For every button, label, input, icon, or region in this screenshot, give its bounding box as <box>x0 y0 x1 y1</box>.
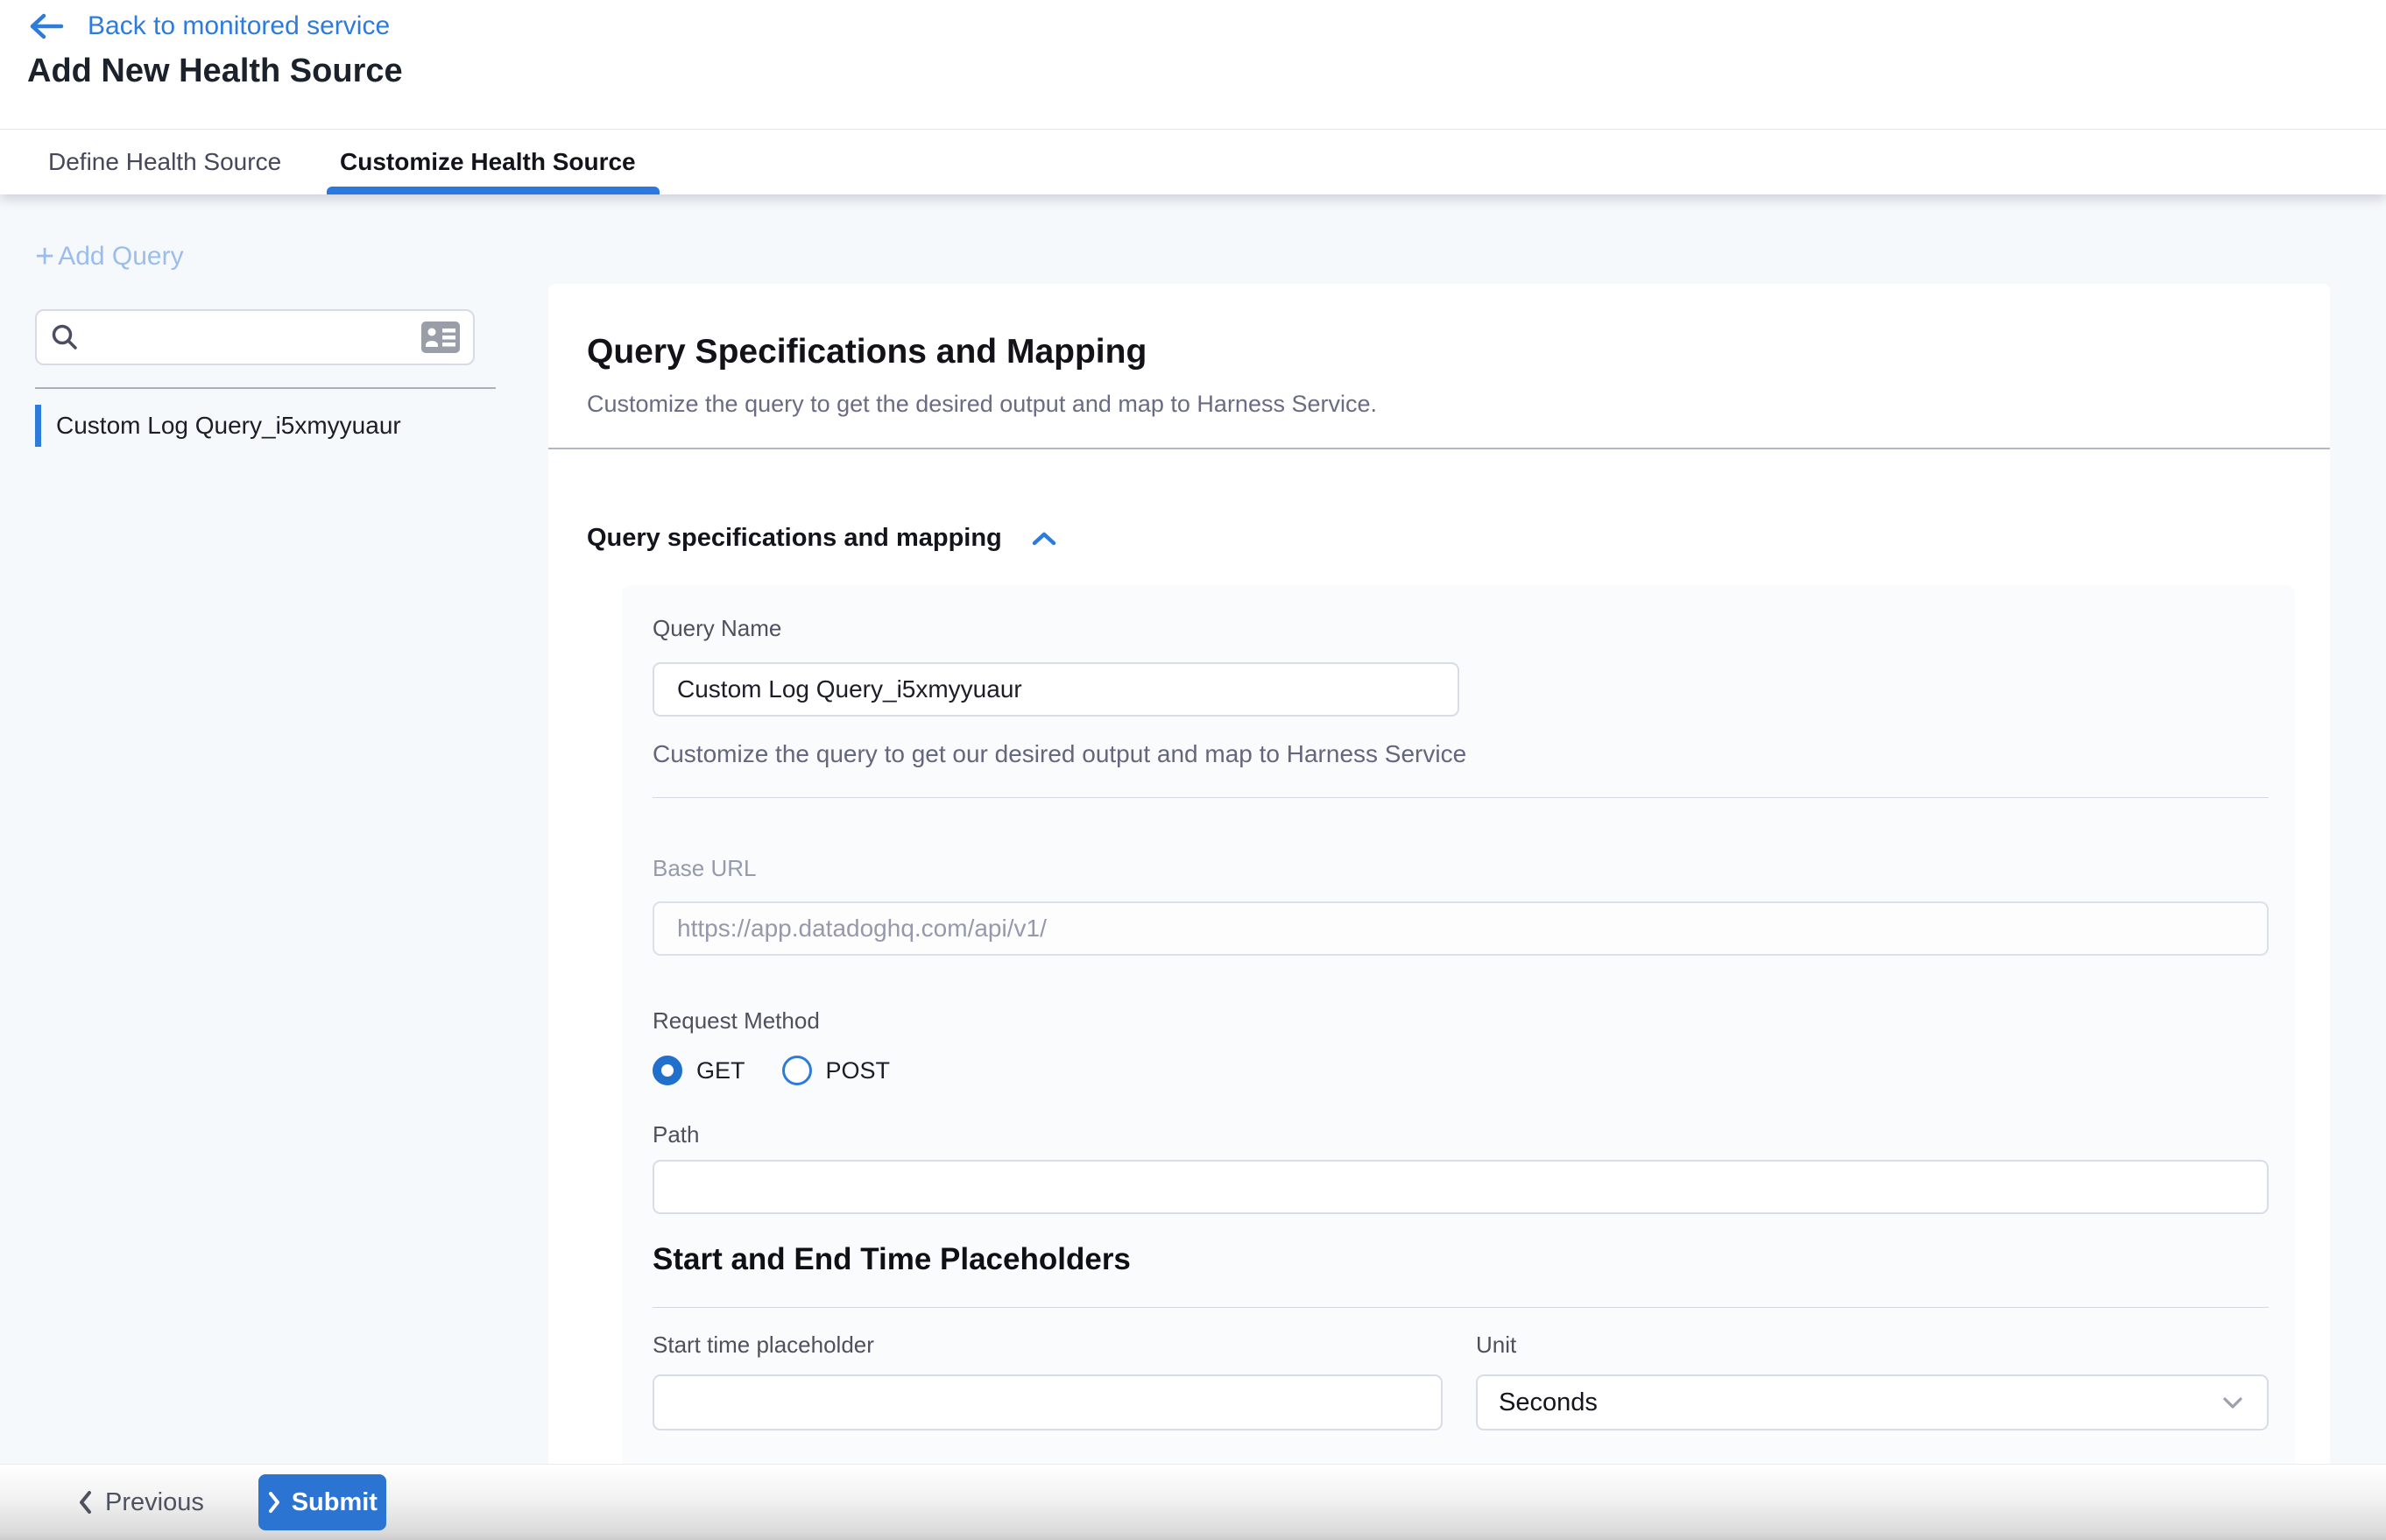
add-query-button[interactable]: + Add Query <box>35 242 184 272</box>
path-label: Path <box>653 1121 700 1148</box>
request-method-get-label[interactable]: GET <box>696 1057 745 1084</box>
chevron-up-icon[interactable] <box>1028 527 1060 550</box>
active-tab-underline <box>327 187 660 194</box>
query-search-box[interactable] <box>35 309 475 365</box>
query-form-panel: Query Name Customize the query to get ou… <box>622 585 2295 1540</box>
back-link-label: Back to monitored service <box>88 11 390 41</box>
query-name-input[interactable] <box>653 662 1459 717</box>
base-url-input[interactable] <box>653 901 2269 956</box>
tab-customize-health-source[interactable]: Customize Health Source <box>340 130 636 194</box>
unit-select-value: Seconds <box>1499 1388 2220 1417</box>
chevron-right-icon <box>267 1491 281 1514</box>
back-link[interactable]: Back to monitored service <box>26 11 390 42</box>
page-header: Back to monitored service Add New Health… <box>0 0 2386 130</box>
time-placeholders-heading: Start and End Time Placeholders <box>653 1242 1131 1277</box>
arrow-left-icon <box>26 11 65 42</box>
form-divider <box>653 1307 2269 1308</box>
add-query-label: Add Query <box>58 242 183 272</box>
add-health-source-page: Back to monitored service Add New Health… <box>0 0 2386 1540</box>
chevron-down-icon <box>2220 1394 2246 1411</box>
contact-card-icon[interactable] <box>420 321 461 354</box>
path-input[interactable] <box>653 1160 2269 1214</box>
query-name-label: Query Name <box>653 615 781 642</box>
tab-bar: Define Health Source Customize Health So… <box>0 130 2386 194</box>
previous-button-label: Previous <box>105 1488 204 1517</box>
plus-icon: + <box>35 244 54 270</box>
form-divider <box>653 797 2269 798</box>
start-time-placeholder-label: Start time placeholder <box>653 1332 874 1359</box>
request-method-get-radio[interactable] <box>653 1056 682 1085</box>
card-divider <box>548 448 2330 449</box>
card-heading: Query Specifications and Mapping <box>587 333 1147 371</box>
start-time-placeholder-input[interactable] <box>653 1374 1443 1431</box>
tab-define-health-source[interactable]: Define Health Source <box>48 130 281 194</box>
submit-button[interactable]: Submit <box>258 1474 386 1530</box>
main-card: Query Specifications and Mapping Customi… <box>548 284 2330 1540</box>
unit-label: Unit <box>1476 1332 1516 1359</box>
query-name-helper: Customize the query to get our desired o… <box>653 740 1466 768</box>
request-method-post-label[interactable]: POST <box>826 1057 891 1084</box>
selected-indicator <box>35 405 41 447</box>
footer-bar: Previous Submit <box>0 1464 2386 1540</box>
request-method-post-radio[interactable] <box>782 1056 812 1085</box>
query-list-item[interactable]: Custom Log Query_i5xmyyuaur <box>35 405 526 447</box>
section-title: Query specifications and mapping <box>587 524 1002 553</box>
submit-button-label: Submit <box>292 1488 378 1517</box>
page-title: Add New Health Source <box>27 53 403 90</box>
sidebar-divider <box>35 387 496 389</box>
search-input[interactable] <box>91 323 420 352</box>
base-url-label: Base URL <box>653 855 757 882</box>
unit-select[interactable]: Seconds <box>1476 1374 2269 1431</box>
request-method-label: Request Method <box>653 1007 820 1035</box>
search-icon <box>49 321 81 353</box>
query-item-label: Custom Log Query_i5xmyyuaur <box>56 412 401 440</box>
chevron-left-icon <box>77 1489 93 1515</box>
previous-button[interactable]: Previous <box>77 1488 204 1517</box>
card-subheading: Customize the query to get the desired o… <box>587 391 1377 418</box>
